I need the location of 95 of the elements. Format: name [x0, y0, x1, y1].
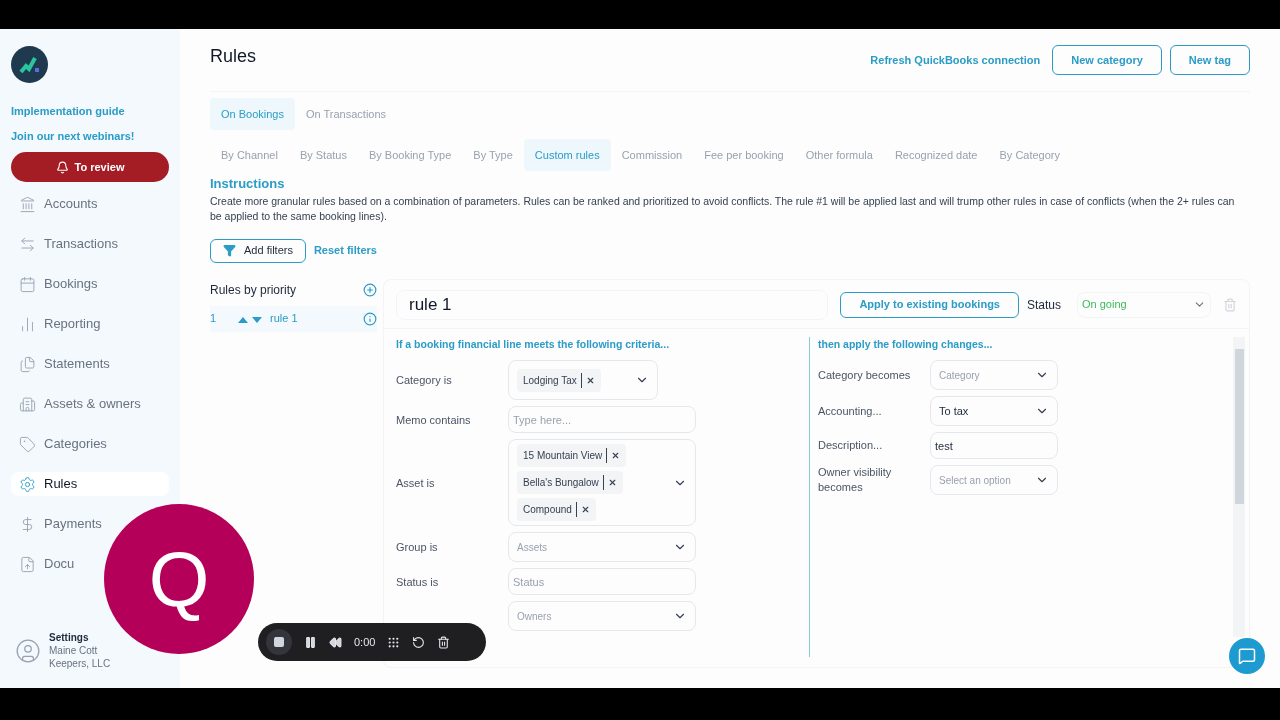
chat-button[interactable] — [1229, 638, 1265, 674]
settings-link[interactable]: Settings — [49, 631, 89, 644]
field-label: Description... — [818, 438, 884, 454]
nav-item[interactable]: Docu — [11, 552, 75, 576]
remove-icon[interactable] — [611, 451, 621, 461]
documents-icon — [19, 355, 36, 373]
nav-item[interactable]: Categories — [11, 432, 107, 456]
list-title: Rules by priority — [210, 281, 297, 299]
sidebar-link[interactable]: Implementation guide — [11, 103, 169, 120]
add-icon[interactable] — [363, 282, 377, 297]
tab[interactable]: By Category — [988, 139, 1071, 171]
tab[interactable]: By Type — [462, 139, 524, 171]
nav-item[interactable]: Accounts — [11, 192, 98, 216]
instructions-text: Create more granular rules based on a combination of parameters. Rules can be ranked and prioritized to avoid conflicts. The rule #1 will be applied last and will trump other rules in case of conflicts (when the 2+ rules can be applied to the same booking lines). — [210, 193, 1236, 224]
dropdown-field[interactable]: Owners — [508, 601, 696, 632]
status-label: Status — [1026, 296, 1061, 314]
remove-icon[interactable] — [585, 375, 595, 385]
nav-item[interactable]: Reporting — [11, 312, 101, 336]
tab[interactable]: On Transactions — [295, 98, 398, 130]
tab[interactable]: By Booking Type — [357, 139, 463, 171]
arrows-icon — [19, 235, 36, 253]
tab[interactable]: Commission — [610, 139, 694, 171]
tag-chip[interactable]: Bella's Bungalow — [517, 471, 623, 495]
text-field[interactable]: Status — [508, 568, 696, 596]
field-label: Accounting... — [818, 403, 883, 419]
outline-button[interactable]: New category — [1052, 45, 1162, 75]
nav-item[interactable]: Transactions — [11, 232, 118, 256]
tab[interactable]: On Bookings — [210, 98, 295, 130]
tab[interactable]: Fee per booking — [693, 139, 795, 171]
rewind-icon[interactable] — [329, 635, 342, 649]
tag-chip[interactable]: 15 Mountain View — [517, 444, 627, 468]
tag-icon — [19, 435, 36, 453]
rule-name-field[interactable]: rule 1 — [396, 289, 829, 320]
info-icon[interactable] — [363, 311, 377, 326]
filter-icon — [223, 244, 236, 257]
restart-icon[interactable] — [412, 635, 426, 649]
nav-item[interactable]: Payments — [11, 512, 102, 536]
bank-icon — [19, 195, 36, 213]
remove-icon[interactable] — [580, 505, 590, 515]
settings-icon — [19, 475, 36, 493]
outline-button[interactable]: New tag — [1169, 45, 1250, 75]
tab[interactable]: By Channel — [210, 139, 289, 171]
tag-chip[interactable]: Compound — [517, 498, 596, 522]
bar-chart-icon — [19, 315, 36, 333]
field-label: Category becomes — [818, 367, 912, 383]
status-dropdown[interactable]: On going — [1077, 291, 1211, 318]
rule-list-item[interactable]: 1 rule 1 — [210, 305, 377, 332]
calendar-icon — [19, 275, 36, 293]
dropdown-field[interactable]: To tax — [930, 396, 1058, 427]
text-field[interactable]: test — [930, 432, 1058, 460]
delete-icon[interactable] — [437, 635, 451, 649]
sidebar-link[interactable]: Join our next webinars! — [11, 127, 169, 144]
reset-filters-link[interactable]: Reset filters — [313, 242, 377, 259]
field-label: Asset is — [396, 475, 436, 491]
refresh-link[interactable]: Refresh QuickBooks connection — [870, 51, 1041, 69]
chat-icon — [1238, 647, 1256, 665]
nav-item[interactable]: Rules — [11, 472, 169, 496]
field-label: Owner visibility becomes — [818, 465, 893, 496]
tag-select[interactable]: 15 Mountain View Bella's Bungalow Compound — [508, 439, 696, 527]
building-icon — [19, 395, 36, 413]
sort-arrows-icon[interactable] — [238, 314, 262, 323]
recording-time: 0:00 — [354, 634, 376, 650]
field-label: Category is — [396, 373, 453, 388]
apply-button[interactable]: Apply to existing bookings — [840, 291, 1019, 318]
text-field[interactable]: Type here... — [508, 406, 696, 434]
file-upload-icon — [19, 555, 36, 573]
tag-select[interactable]: Lodging Tax — [508, 360, 658, 401]
field-label: Memo contains — [396, 412, 472, 428]
nav-item[interactable]: Assets & owners — [11, 392, 141, 416]
tab[interactable]: Custom rules — [523, 139, 611, 171]
pause-icon[interactable] — [304, 635, 317, 649]
app-logo[interactable] — [11, 46, 48, 83]
tab[interactable]: Other formula — [794, 139, 884, 171]
tab[interactable]: By Status — [288, 139, 358, 171]
add-filters-button[interactable]: Add filters — [210, 238, 306, 263]
page-title: Rules — [210, 44, 257, 68]
changes-heading: then apply the following changes... — [818, 336, 994, 352]
dropdown-field[interactable]: Assets — [508, 532, 696, 563]
organization-name: Maine Cott — [49, 644, 98, 657]
grip-icon[interactable] — [387, 635, 401, 649]
remove-icon[interactable] — [607, 478, 617, 488]
bell-icon — [55, 160, 69, 174]
organization-name: Keepers, LLC — [49, 657, 111, 670]
field-label: Group is — [396, 540, 439, 555]
criteria-heading: If a booking financial line meets the following criteria... — [396, 336, 671, 352]
dropdown-field[interactable]: Select an option — [930, 465, 1058, 496]
review-button[interactable]: To review — [11, 152, 169, 182]
dropdown-field[interactable]: Category — [930, 360, 1058, 391]
stop-icon[interactable] — [273, 636, 285, 648]
tag-chip[interactable]: Lodging Tax — [517, 368, 601, 392]
nav-item[interactable]: Bookings — [11, 272, 98, 296]
tab[interactable]: Recognized date — [883, 139, 989, 171]
nav-item[interactable]: Statements — [11, 352, 110, 376]
field-label: Status is — [396, 574, 440, 590]
section-heading: Instructions — [210, 175, 286, 193]
